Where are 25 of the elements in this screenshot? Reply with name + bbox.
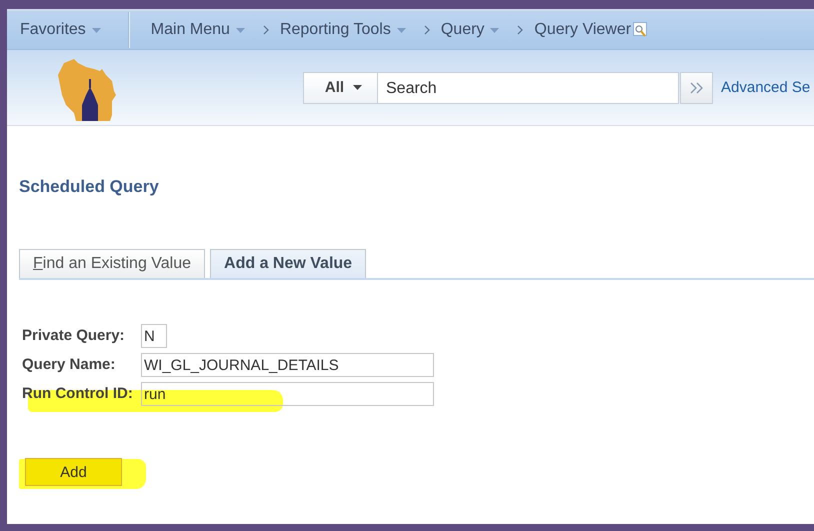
add-button[interactable]: Add xyxy=(25,458,122,486)
search-scope-dropdown[interactable]: All xyxy=(303,72,378,104)
favorites-menu[interactable]: Favorites xyxy=(20,21,101,39)
chevron-icon xyxy=(424,25,431,35)
search-field[interactable]: Search xyxy=(378,72,679,104)
page-title: Scheduled Query xyxy=(19,177,160,197)
input-field[interactable]: WI_GL_JOURNAL_DETAILS xyxy=(141,352,434,376)
magnifier-icon[interactable] xyxy=(633,22,648,38)
chevron-icon xyxy=(262,25,270,35)
caret-icon xyxy=(353,85,362,90)
tab[interactable]: Add a New Value xyxy=(210,249,366,278)
advanced-search-link[interactable]: Advanced Se xyxy=(721,79,810,96)
breadcrumb-link[interactable]: Reporting Tools xyxy=(280,21,406,39)
field-label: Query Name: xyxy=(22,356,116,373)
breadcrumb-link[interactable]: Main Menu xyxy=(150,21,245,39)
double-chevron-icon xyxy=(690,82,704,94)
chevron-icon xyxy=(517,25,524,35)
field-label: Private Query: xyxy=(22,327,126,344)
breadcrumb-link[interactable]: Query xyxy=(440,21,500,39)
input-field[interactable]: N xyxy=(141,324,167,348)
tab[interactable]: Find an Existing Value xyxy=(19,249,206,278)
caret-icon xyxy=(92,28,101,32)
breadcrumb-link[interactable]: Query Viewer xyxy=(534,21,632,39)
search-go-button[interactable] xyxy=(680,72,713,104)
input-field[interactable]: run xyxy=(141,382,434,406)
